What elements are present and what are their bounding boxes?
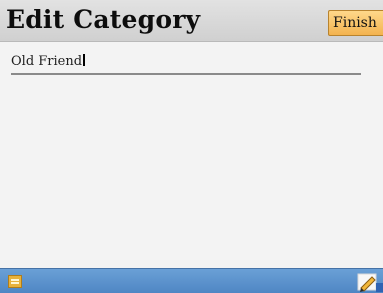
page-title: Edit Category	[6, 5, 201, 34]
bottom-toolbar	[0, 268, 383, 293]
folder-icon[interactable]	[8, 275, 22, 288]
edit-category-screen: Edit Category Finish Old Friend	[0, 0, 383, 293]
category-name-input[interactable]: Old Friend	[11, 54, 86, 70]
field-underline	[11, 73, 361, 75]
pencil-edit-icon[interactable]	[356, 272, 383, 292]
finish-button[interactable]: Finish	[328, 10, 383, 36]
title-bar: Edit Category Finish	[0, 0, 383, 42]
text-cursor	[83, 54, 86, 66]
category-name-value: Old Friend	[11, 54, 83, 69]
category-name-field[interactable]: Old Friend	[11, 54, 361, 76]
